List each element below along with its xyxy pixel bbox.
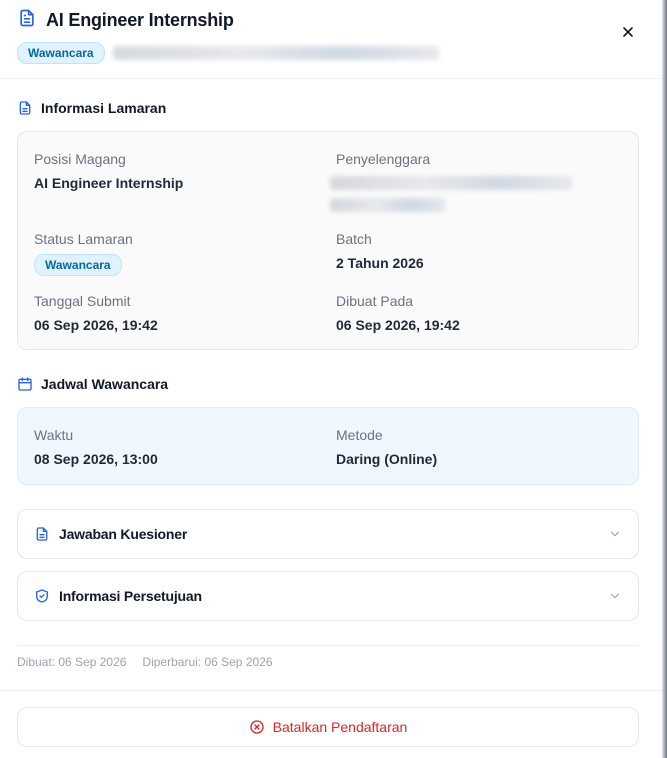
background-overlay-edge [662, 0, 667, 758]
footer-divider [0, 690, 662, 691]
field-status: Status Lamaran Wawancara [34, 230, 133, 276]
field-label: Posisi Magang [34, 151, 126, 167]
cancel-registration-button[interactable]: Batalkan Pendaftaran [17, 707, 639, 747]
field-label: Batch [336, 231, 372, 247]
accordion-label: Informasi Persetujuan [59, 588, 202, 604]
accordion-label: Jawaban Kuesioner [59, 526, 188, 542]
calendar-icon [18, 377, 32, 391]
status-badge: Wawancara [34, 254, 122, 276]
title-row: AI Engineer Internship [17, 8, 640, 32]
document-icon [19, 101, 31, 115]
section-heading-info: Informasi Lamaran [17, 100, 166, 116]
header-divider [0, 78, 662, 79]
header-subtitle-row: Wawancara [17, 42, 640, 64]
field-posisi: Posisi Magang AI Engineer Internship [34, 150, 183, 192]
page-title: AI Engineer Internship [46, 9, 234, 30]
document-icon [17, 8, 46, 33]
section-title: Informasi Lamaran [41, 100, 167, 116]
document-icon [36, 527, 48, 541]
field-metode: Metode Daring (Online) [336, 426, 437, 468]
field-value: AI Engineer Internship [34, 175, 184, 191]
shield-check-icon [36, 589, 48, 603]
field-tanggal-submit: Tanggal Submit 06 Sep 2026, 19:42 [34, 292, 158, 334]
created-timestamp: Dibuat: 06 Sep 2026 [17, 655, 127, 669]
application-detail-panel: AI Engineer Internship Wawancara Informa… [0, 0, 662, 758]
accordion-informasi-persetujuan[interactable]: Informasi Persetujuan [17, 571, 639, 621]
redacted-line [330, 198, 446, 212]
chevron-down-icon [610, 531, 620, 537]
section-heading-interview: Jadwal Wawancara [17, 376, 168, 392]
field-label: Metode [336, 427, 383, 443]
x-circle-icon [250, 720, 264, 734]
close-icon [623, 27, 633, 37]
interview-card: Waktu 08 Sep 2026, 13:00 Metode Daring (… [17, 407, 639, 485]
field-batch: Batch 2 Tahun 2026 [336, 230, 424, 272]
field-value: 06 Sep 2026, 19:42 [336, 317, 460, 333]
panel-header: AI Engineer Internship Wawancara [17, 8, 640, 68]
accordion-jawaban-kuesioner[interactable]: Jawaban Kuesioner [17, 509, 639, 559]
close-button[interactable] [616, 20, 640, 44]
cancel-button-label: Batalkan Pendaftaran [272, 719, 408, 735]
field-value: 2 Tahun 2026 [336, 255, 424, 271]
field-value: 08 Sep 2026, 13:00 [34, 451, 158, 467]
field-label: Status Lamaran [34, 231, 133, 247]
field-label: Penyelenggara [336, 151, 431, 167]
field-label: Waktu [34, 427, 74, 443]
redacted-organizer [112, 46, 439, 60]
timestamps: Dibuat: 06 Sep 2026 Diperbarui: 06 Sep 2… [17, 655, 273, 669]
status-badge: Wawancara [17, 42, 105, 64]
redacted-organizer-value [330, 176, 572, 212]
info-card: Posisi Magang AI Engineer Internship Pen… [17, 131, 639, 350]
field-penyelenggara: Penyelenggara [330, 150, 572, 212]
redacted-line [330, 176, 572, 190]
field-value: Daring (Online) [336, 451, 438, 467]
field-dibuat-pada: Dibuat Pada 06 Sep 2026, 19:42 [336, 292, 460, 334]
field-waktu: Waktu 08 Sep 2026, 13:00 [34, 426, 158, 468]
field-label: Dibuat Pada [336, 293, 414, 309]
field-value: 06 Sep 2026, 19:42 [34, 317, 158, 333]
chevron-down-icon [610, 593, 620, 599]
meta-divider [17, 645, 639, 646]
field-label: Tanggal Submit [34, 293, 131, 309]
section-title: Jadwal Wawancara [41, 376, 169, 392]
updated-timestamp: Diperbarui: 06 Sep 2026 [142, 655, 273, 669]
